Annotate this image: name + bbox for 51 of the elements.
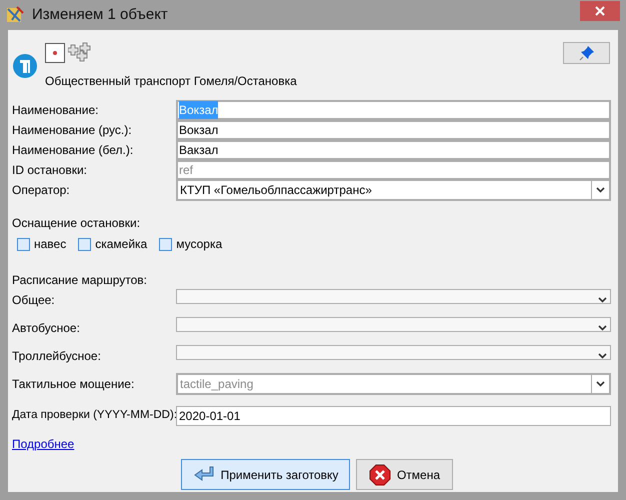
dropdown-field[interactable] xyxy=(176,289,611,304)
dropdown-field[interactable] xyxy=(176,317,611,332)
field-label: Наименование (бел.): xyxy=(12,142,134,159)
checkbox[interactable] xyxy=(159,238,172,250)
field-label: Наименование (рус.): xyxy=(12,122,133,139)
field-label: Оператор: xyxy=(12,182,71,199)
field-label: Наименование: xyxy=(12,102,100,119)
window-title: Изменяем 1 объект xyxy=(32,4,168,25)
close-button[interactable] xyxy=(580,1,620,21)
cancel-icon xyxy=(368,464,391,486)
field-label: Автобусное: xyxy=(12,320,81,336)
checkbox[interactable] xyxy=(78,238,92,250)
bus-stop-icon xyxy=(12,53,38,79)
dropdown-field[interactable]: КТУП «Гомельоблпассажиртранс» xyxy=(176,179,611,201)
field-label: ID остановки: xyxy=(12,162,88,179)
text-field[interactable]: Вакзал xyxy=(176,140,611,160)
chevron-down-icon xyxy=(598,325,607,331)
dropdown-value: КТУП «Гомельоблпассажиртранс» xyxy=(180,183,372,197)
field-value: Вокзал xyxy=(179,122,218,139)
chevron-down-icon xyxy=(598,353,607,359)
checkbox[interactable] xyxy=(17,238,30,250)
checkbox-label: скамейка xyxy=(95,236,148,253)
pin-button[interactable] xyxy=(563,42,610,64)
field-value: Вокзал xyxy=(179,101,218,119)
dropdown-placeholder: tactile_paving xyxy=(179,376,254,393)
checkbox-label: навес xyxy=(34,236,66,253)
preset-path: Общественный транспорт Гомеля/Остановка xyxy=(45,73,297,90)
pushpin-icon xyxy=(578,45,594,61)
node-icon xyxy=(45,43,65,63)
return-arrow-icon xyxy=(192,466,215,484)
apply-preset-button[interactable]: Применить заготовку xyxy=(181,459,350,490)
section-heading: Оснащение остановки: xyxy=(12,215,142,232)
date-field[interactable]: 2020-01-01 xyxy=(176,406,611,426)
field-label: Дата проверки (YYYY-MM-DD): xyxy=(12,408,176,424)
chevron-down-icon xyxy=(596,381,605,387)
text-field[interactable]: Вокзал xyxy=(176,120,611,140)
field-label: Тактильное мощение: xyxy=(12,376,136,393)
cancel-button[interactable]: Отмена xyxy=(356,459,453,490)
field-label: Троллейбусное: xyxy=(12,348,102,364)
close-icon xyxy=(595,6,605,16)
app-icon xyxy=(6,6,24,24)
checkbox-label: мусорка xyxy=(176,236,222,253)
section-heading: Расписание маршрутов: xyxy=(12,272,148,289)
field-placeholder: ref xyxy=(179,162,194,179)
dropdown-field[interactable] xyxy=(176,345,611,360)
cross-icon xyxy=(68,42,92,64)
more-link[interactable]: Подробнее xyxy=(12,435,74,453)
chevron-down-icon xyxy=(596,187,605,193)
chevron-down-icon xyxy=(598,297,607,303)
field-value: Вакзал xyxy=(179,142,218,159)
field-label: Общее: xyxy=(12,292,56,308)
